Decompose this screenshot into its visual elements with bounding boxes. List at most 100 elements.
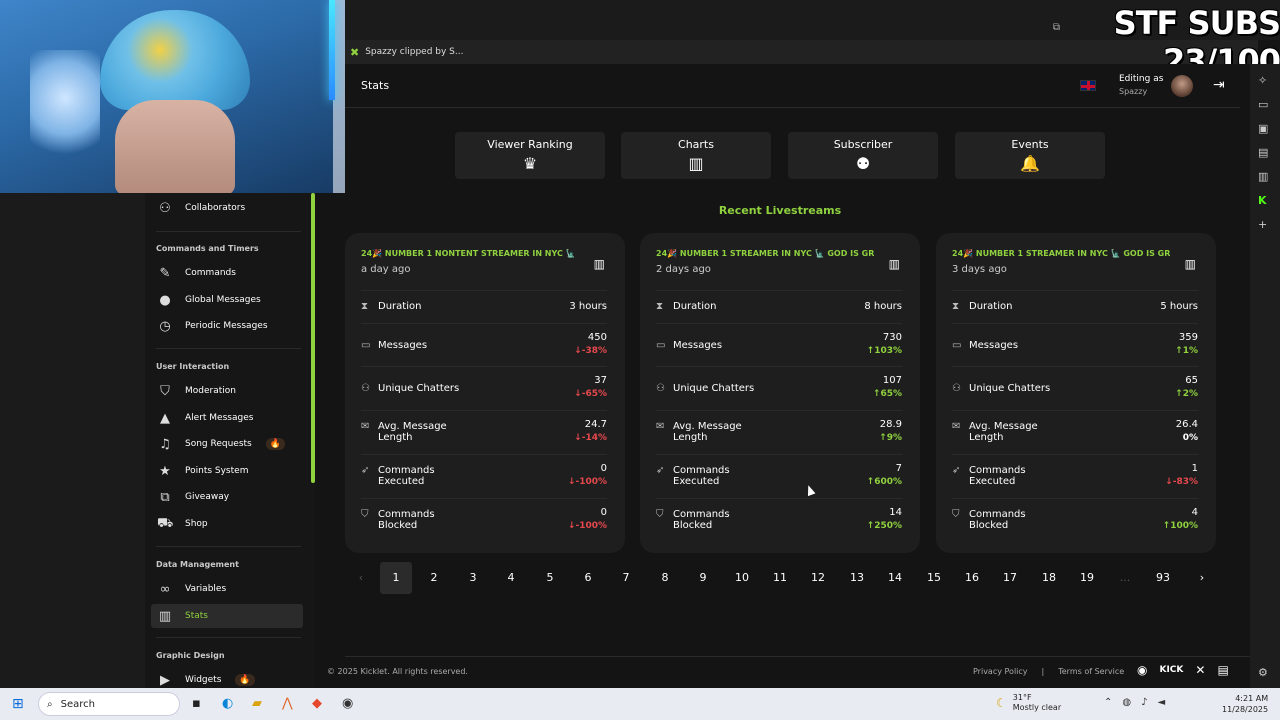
page-button[interactable]: 19 (1071, 562, 1103, 594)
page-button[interactable]: 14 (879, 562, 911, 594)
page-button[interactable]: 5 (534, 562, 566, 594)
x-icon[interactable]: ✕ (1195, 663, 1205, 677)
settings-icon[interactable]: ⚙ (1258, 666, 1268, 679)
prev-page-button[interactable]: ‹ (345, 562, 377, 594)
livestream-card[interactable]: 24🎉 NUMBER 1 STREAMER IN NYC 🗽 GOD IS GR… (640, 233, 920, 553)
language-flag-icon[interactable] (1080, 80, 1096, 91)
stat-label-text-2: Blocked (378, 520, 418, 531)
task-view-icon[interactable]: ▪ (192, 696, 201, 711)
stat-label: ➶ Commands Executed (952, 465, 1026, 487)
sidebar-item-alert-messages[interactable]: ▲ Alert Messages (151, 406, 303, 430)
page-button[interactable]: 4 (495, 562, 527, 594)
sidebar-item-giveaway[interactable]: ⧉ Giveaway (151, 485, 303, 509)
obs-icon[interactable]: ◉ (342, 696, 353, 711)
avatar[interactable] (1171, 75, 1193, 97)
chevron-up-icon[interactable]: ⌃ (1104, 697, 1112, 708)
stat-value: 730 (882, 332, 902, 343)
sidebar-item-collaborators[interactable]: ⚇ Collaborators (151, 196, 303, 220)
reader-icon[interactable]: ▥ (1258, 170, 1268, 183)
sidebar-item-points-system[interactable]: ★ Points System (151, 459, 303, 483)
kicklet-icon: ✖ (350, 45, 360, 59)
page-button[interactable]: 1 (380, 562, 412, 594)
network-icon[interactable]: ◍ (1122, 697, 1131, 708)
page-button[interactable]: 7 (610, 562, 642, 594)
taskbar-search[interactable]: ⌕ Search (38, 692, 180, 716)
charts-button[interactable]: Charts ▥ (621, 132, 771, 179)
viewer-ranking-button[interactable]: Viewer Ranking ♛ (455, 132, 605, 179)
page-button[interactable]: 8 (649, 562, 681, 594)
stat-label-text-2: Length (673, 432, 708, 443)
sidebar-item-global-messages[interactable]: ● Global Messages (151, 288, 303, 312)
shield-icon: ⛉ (160, 383, 170, 399)
sidebar-item-variables[interactable]: ∞ Variables (151, 577, 303, 601)
page-button[interactable]: 18 (1033, 562, 1065, 594)
stat-delta-value: 100% (1170, 521, 1198, 531)
discord-icon[interactable]: ◉ (1137, 663, 1147, 677)
sidebar-scrollbar[interactable] (311, 193, 315, 483)
stat-delta: ↓-38% (574, 346, 607, 356)
page-button[interactable]: 13 (841, 562, 873, 594)
page-button-last[interactable]: 93 (1147, 562, 1179, 594)
document-icon[interactable]: ▤ (1217, 663, 1228, 677)
app-icon[interactable]: ⋀ (282, 696, 293, 711)
bar-chart-icon: ▥ (158, 608, 172, 624)
chart-icon[interactable]: ▥ (1185, 257, 1196, 271)
panel-icon[interactable]: ▭ (1258, 98, 1268, 111)
add-icon[interactable]: + (1258, 218, 1267, 231)
stat-delta-value: -100% (575, 477, 607, 487)
bookmark-item[interactable]: ✖ Spazzy clipped by S... (344, 43, 469, 61)
weather-temp: 31°F (1012, 693, 1032, 702)
stat-label-text: Unique Chatters (969, 383, 1051, 394)
sidebar-item-moderation[interactable]: ⛉ Moderation (151, 379, 303, 403)
brave-icon[interactable]: ◆ (312, 696, 322, 711)
footer: © 2025 Kicklet. All rights reserved. Pri… (327, 656, 1250, 688)
sidebar-item-shop[interactable]: ⛟ Shop (151, 512, 303, 536)
pagination: ‹ 1 2 3 4 5 6 7 8 9 10 11 12 13 14 15 16 17 18 19 ... 93 › (345, 562, 1225, 594)
sidebar-item-stats[interactable]: ▥ Stats (151, 604, 303, 628)
page-button[interactable]: 11 (764, 562, 796, 594)
sidebar-item-periodic-messages[interactable]: ◷ Periodic Messages (151, 314, 303, 338)
volume-icon[interactable]: ◄ (1158, 697, 1166, 708)
stat-value: 5 hours (1160, 301, 1198, 312)
chart-icon[interactable]: ▥ (889, 257, 900, 271)
page-button[interactable]: 12 (802, 562, 834, 594)
events-button[interactable]: Events 🔔 (955, 132, 1105, 179)
mic-icon[interactable]: ♪ (1141, 697, 1147, 708)
livestream-card[interactable]: 24🎉 NUMBER 1 NONTENT STREAMER IN NYC 🗽 a … (345, 233, 625, 553)
terms-of-service-link[interactable]: Terms of Service (1058, 667, 1124, 676)
page-button[interactable]: 15 (918, 562, 950, 594)
sidebar-item-label: Points System (185, 466, 249, 476)
windows-start-icon[interactable]: ⊞ (12, 696, 24, 712)
livestream-title: 24🎉 NUMBER 1 STREAMER IN NYC 🗽 GOD IS GR (952, 249, 1171, 258)
edge-icon[interactable]: ◐ (222, 696, 233, 711)
kick-app-icon[interactable]: K (1258, 194, 1267, 207)
stat-label-text: Avg. Message (673, 421, 742, 432)
livestream-card[interactable]: 24🎉 NUMBER 1 STREAMER IN NYC 🗽 GOD IS GR… (936, 233, 1216, 553)
folder-icon[interactable]: ▰ (252, 696, 262, 711)
sidebar-item-song-requests[interactable]: ♫ Song Requests 🔥 (151, 432, 303, 456)
stat-label-text: Messages (378, 340, 428, 351)
page-button[interactable]: 10 (726, 562, 758, 594)
page-button[interactable]: 3 (457, 562, 489, 594)
page-button[interactable]: 6 (572, 562, 604, 594)
next-page-button[interactable]: › (1186, 562, 1218, 594)
gift-icon: ⧉ (160, 489, 170, 505)
page-button[interactable]: 17 (994, 562, 1026, 594)
notes-icon[interactable]: ▤ (1258, 146, 1268, 159)
page-button[interactable]: 9 (687, 562, 719, 594)
subscriber-button[interactable]: Subscriber ⚉ (788, 132, 938, 179)
privacy-policy-link[interactable]: Privacy Policy (973, 667, 1028, 676)
page-button[interactable]: 2 (418, 562, 450, 594)
kick-icon[interactable]: KICK (1159, 663, 1183, 677)
stat-label: ⚇ Unique Chatters (952, 383, 1050, 394)
weather-widget[interactable]: ☾ 31°F Mostly clear (996, 693, 1061, 713)
chart-icon[interactable]: ▥ (594, 257, 605, 271)
page-button[interactable]: 16 (956, 562, 988, 594)
logout-icon[interactable]: ⇥ (1213, 77, 1225, 93)
clock[interactable]: 4:21 AM 11/28/2025 (1222, 693, 1268, 715)
livestream-date: 3 days ago (952, 264, 1007, 275)
copilot-icon[interactable]: ✧ (1258, 74, 1267, 87)
sidebar-item-commands[interactable]: ✎ Commands (151, 261, 303, 285)
wallet-icon[interactable]: ▣ (1258, 122, 1268, 135)
editing-as: Editing as Spazzy (1119, 74, 1163, 96)
